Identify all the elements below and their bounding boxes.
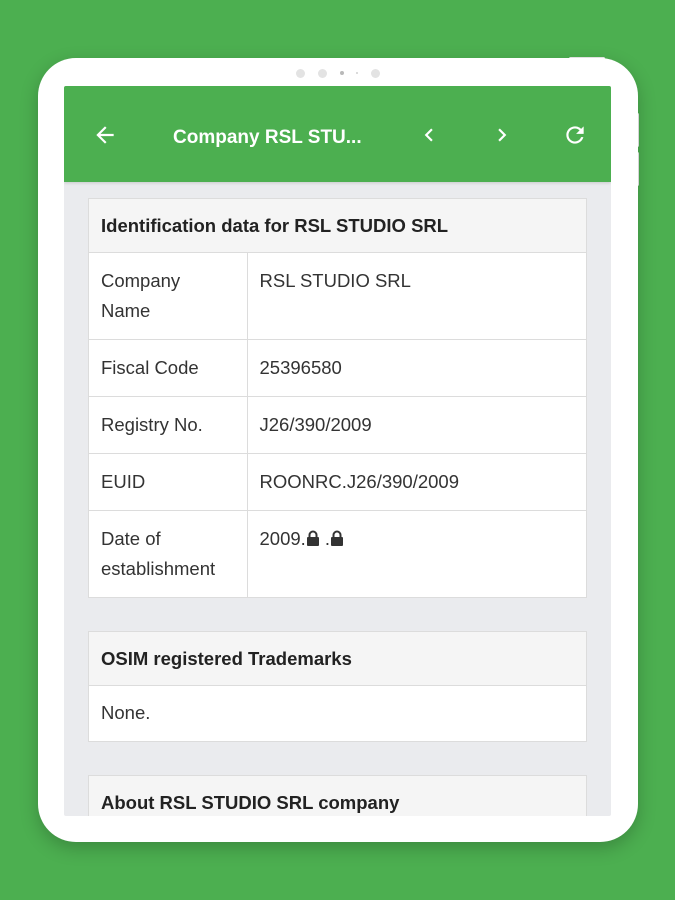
camera-dot xyxy=(296,68,305,78)
row-label: Date of establishment xyxy=(89,510,248,597)
date-prefix: 2009. xyxy=(259,528,306,549)
chevron-left-icon[interactable] xyxy=(416,122,442,148)
arrow-left-icon[interactable] xyxy=(92,122,118,148)
lock-icon xyxy=(306,530,319,546)
row-label: Registry No. xyxy=(89,396,248,454)
date-separator: . xyxy=(319,528,331,549)
row-value: 2009. . xyxy=(247,510,586,597)
app-bar: Company RSL STU... xyxy=(64,86,611,182)
table-row: Fiscal Code 25396580 xyxy=(89,339,586,397)
row-label: Fiscal Code xyxy=(89,339,248,397)
row-value: RSL STUDIO SRL xyxy=(259,270,411,291)
camera-dot xyxy=(371,68,380,78)
trademarks-card: OSIM registered Trademarks None. xyxy=(88,631,587,742)
chevron-right-icon[interactable] xyxy=(489,122,515,148)
row-value: 25396580 xyxy=(247,339,586,397)
lock-icon xyxy=(331,530,344,546)
app-screen: Company RSL STU... Identification data f… xyxy=(64,86,611,816)
table-row: Company Name RSL STUDIO SRL xyxy=(89,253,586,340)
table-row: Date of establishment 2009. . xyxy=(89,510,586,597)
table-row: EUID ROONRC.J26/390/2009 xyxy=(89,453,586,511)
about-card: About RSL STUDIO SRL company xyxy=(88,775,587,816)
trademarks-value: None. xyxy=(101,702,151,723)
identification-table: Company Name RSL STUDIO SRL Fiscal Code … xyxy=(89,253,586,597)
identification-header: Identification data for RSL STUDIO SRL xyxy=(89,199,586,253)
camera-dot xyxy=(339,71,344,75)
row-value: J26/390/2009 xyxy=(247,396,586,454)
page-title: Company RSL STU... xyxy=(173,127,362,148)
row-label: Company Name xyxy=(89,253,248,340)
row-value: ROONRC.J26/390/2009 xyxy=(247,453,586,511)
camera-dot xyxy=(356,72,359,74)
refresh-icon[interactable] xyxy=(562,122,588,148)
identification-card: Identification data for RSL STUDIO SRL C… xyxy=(88,198,587,598)
tablet-camera-bar xyxy=(296,68,380,78)
content-area: Identification data for RSL STUDIO SRL C… xyxy=(64,182,611,816)
camera-dot xyxy=(317,68,327,78)
trademarks-header: OSIM registered Trademarks xyxy=(89,632,586,686)
row-label: EUID xyxy=(89,453,248,511)
about-header: About RSL STUDIO SRL company xyxy=(89,776,586,816)
table-row: Registry No. J26/390/2009 xyxy=(89,396,586,454)
